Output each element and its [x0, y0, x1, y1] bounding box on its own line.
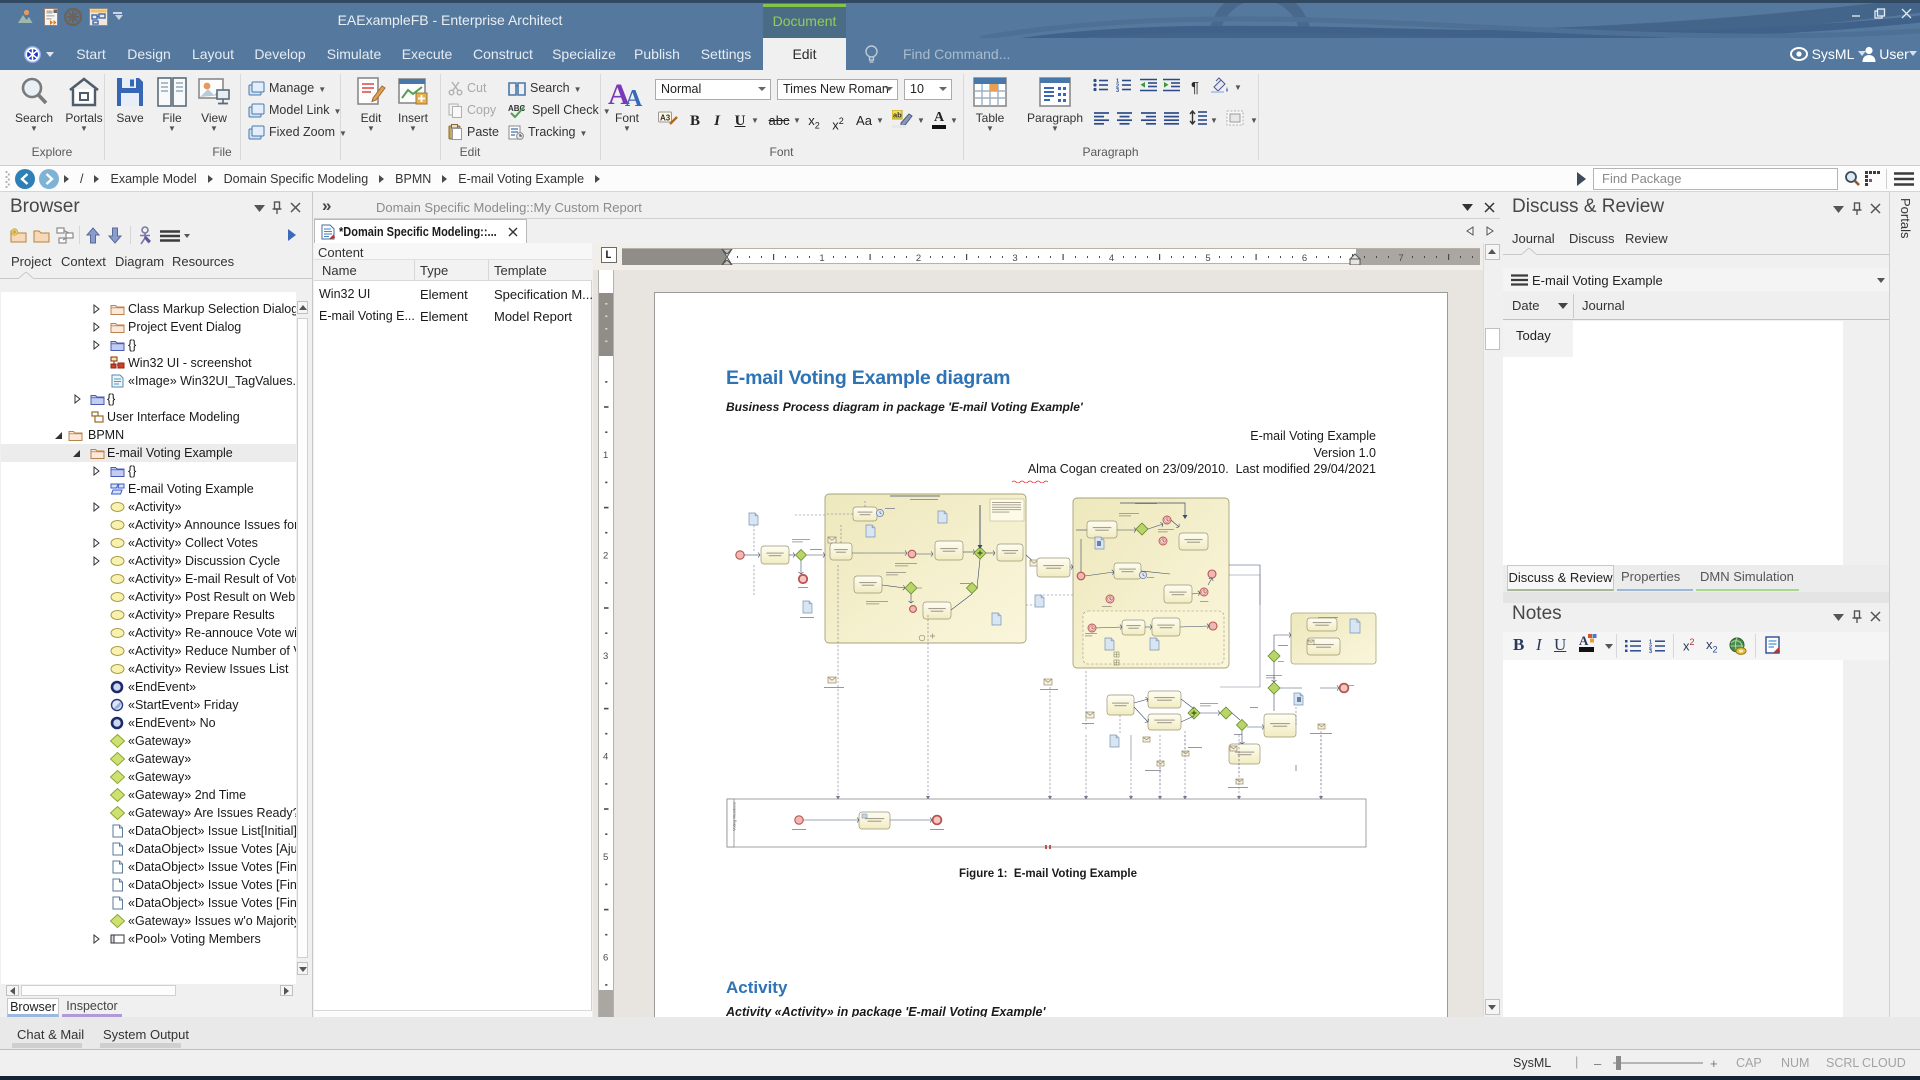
svg-text:3: 3 [1116, 88, 1119, 92]
svg-text:Voting Members: Voting Members [732, 802, 737, 831]
svg-text:1: 1 [819, 253, 824, 264]
svg-text:6: 6 [1302, 253, 1307, 264]
svg-text:5: 5 [1205, 253, 1210, 264]
svg-text:A3: A3 [660, 114, 671, 123]
svg-text:7: 7 [1398, 253, 1403, 264]
svg-text:A: A [625, 86, 643, 110]
svg-text:1: 1 [603, 450, 608, 461]
svg-text:4: 4 [1109, 253, 1114, 264]
svg-text:5: 5 [603, 852, 608, 863]
svg-text:4: 4 [603, 752, 608, 763]
svg-text:2: 2 [603, 551, 608, 562]
svg-text:ab: ab [893, 111, 902, 120]
svg-text:3: 3 [1649, 649, 1652, 653]
svg-text:3: 3 [1012, 253, 1017, 264]
svg-text:6: 6 [603, 953, 608, 964]
svg-text:3: 3 [603, 651, 608, 662]
svg-text:2: 2 [916, 253, 921, 264]
